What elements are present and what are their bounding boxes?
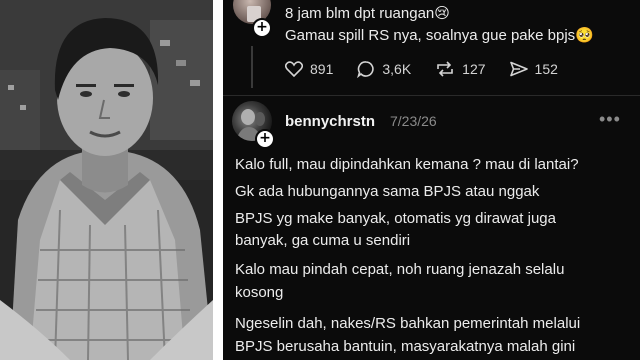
- reply-text-line: Gk ada hubungannya sama BPJS atau nggak: [235, 183, 540, 200]
- comment-text-line: Gamau spill RS nya, soalnya gue pake bpj…: [285, 27, 594, 44]
- like-count: 891: [310, 61, 334, 77]
- comment-bubble-icon: [357, 61, 375, 78]
- reply-date: 7/23/26: [390, 113, 437, 129]
- repost-button[interactable]: 127: [435, 60, 486, 78]
- thread-connector-line: [251, 46, 253, 88]
- reply-text-line: Ngeselin dah, nakes/RS bahkan pemerintah…: [235, 315, 581, 332]
- share-button[interactable]: 152: [509, 61, 558, 77]
- reply-username[interactable]: bennychrstn: [285, 113, 375, 130]
- repost-icon: [437, 61, 453, 77]
- like-button[interactable]: 891: [285, 61, 333, 77]
- panel-divider: [213, 0, 223, 360]
- comment-actions: 891 3,6K 127 152: [285, 58, 582, 80]
- send-icon: [509, 61, 528, 77]
- portrait-photo: [0, 0, 213, 360]
- comment-text-line: 8 jam blm dpt ruangan😢: [285, 5, 450, 22]
- reply-count: 3,6K: [382, 61, 412, 77]
- reply-text-line: Kalo full, mau dipindahkan kemana ? mau …: [235, 156, 579, 173]
- repost-count: 127: [462, 61, 486, 77]
- reply-text-line: BPJS yg make banyak, otomatis yg dirawat…: [235, 210, 556, 227]
- more-options-icon[interactable]: •••: [599, 110, 621, 128]
- comment-separator: [223, 95, 640, 96]
- share-count: 152: [534, 61, 558, 77]
- heart-icon: [285, 61, 303, 77]
- reply-text-line: kosong: [235, 284, 284, 301]
- follow-plus-icon[interactable]: +: [255, 129, 275, 149]
- follow-plus-icon[interactable]: +: [252, 18, 272, 38]
- reply-text-line: BPJS berusaha bantuin, masyarakatnya mal…: [235, 338, 576, 355]
- reply-button[interactable]: 3,6K: [357, 60, 411, 78]
- reply-text-line: banyak, ga cuma u sendiri: [235, 232, 411, 249]
- thread-panel: + 8 jam blm dpt ruangan😢 Gamau spill RS …: [223, 0, 640, 360]
- reply-text-line: Kalo mau pindah cepat, noh ruang jenazah…: [235, 261, 565, 278]
